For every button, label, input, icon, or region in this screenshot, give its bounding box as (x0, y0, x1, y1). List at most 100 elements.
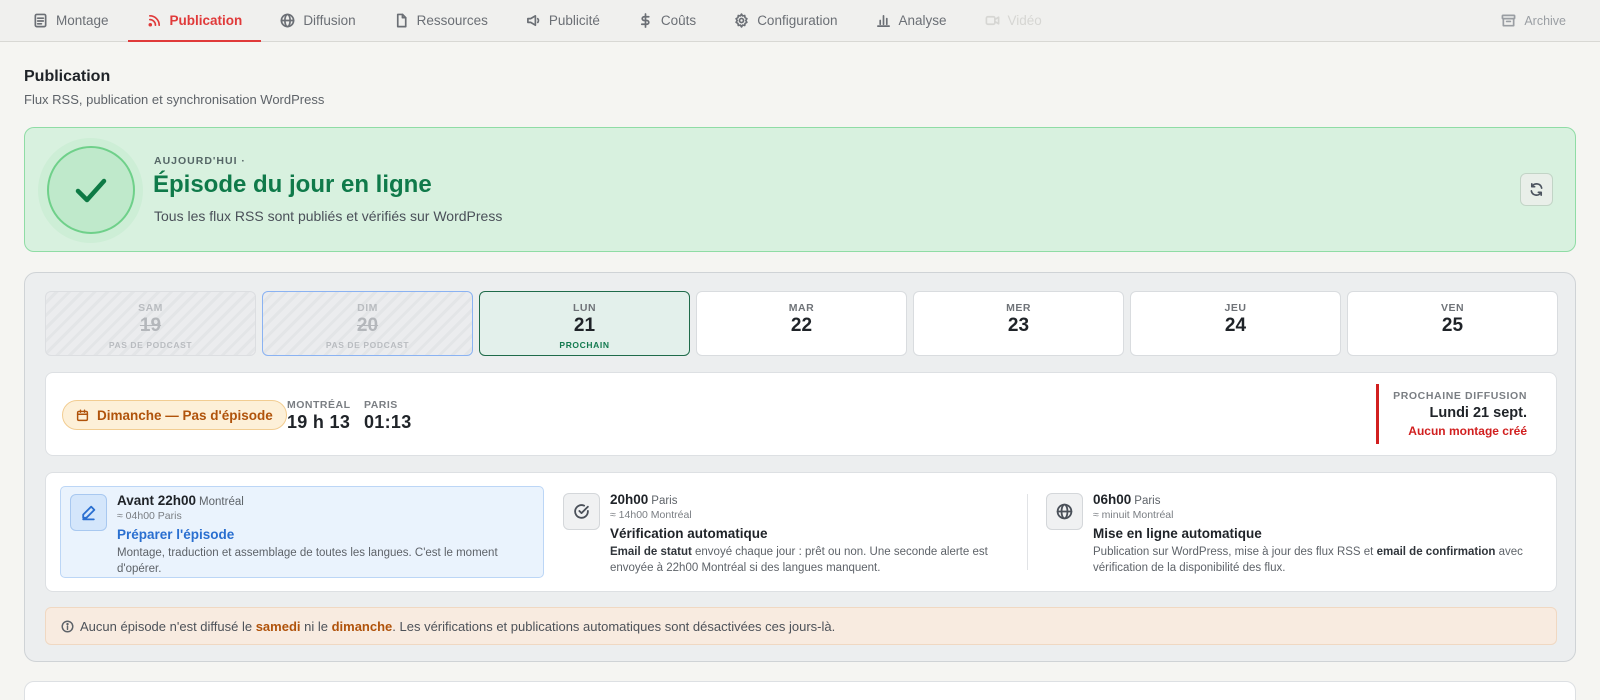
workflow-steps: Avant 22h00 Montréal ≈ 04h00 Paris Prépar… (45, 472, 1557, 592)
weekend-notice: Aucun épisode n'est diffusé le samedi ni… (45, 607, 1557, 645)
globe-icon (1056, 503, 1073, 520)
current-status-card: Dimanche — Pas d'épisode MONTRÉAL 19 h 1… (45, 372, 1557, 456)
clock-time: 19 h 13 (287, 412, 351, 432)
day-name: SAM (138, 302, 163, 314)
tab-montage[interactable]: Montage (0, 0, 128, 41)
step-time: 20h00 Paris (610, 492, 1008, 507)
day-number: 25 (1441, 315, 1464, 336)
day-name: MAR (788, 302, 815, 314)
info-icon (61, 619, 74, 633)
gear-icon (735, 13, 748, 28)
step-time-value: 06h00 (1093, 492, 1132, 507)
tab-analyse[interactable]: Analyse (857, 0, 966, 41)
day-card-ven[interactable]: VEN 25 (1347, 291, 1558, 356)
day-number: 19 (139, 315, 162, 336)
step-prepare[interactable]: Avant 22h00 Montréal ≈ 04h00 Paris Prépar… (60, 486, 544, 578)
day-card-jeu[interactable]: JEU 24 (1130, 291, 1341, 356)
next-broadcast-label: PROCHAINE DIFFUSION (1393, 390, 1527, 402)
step-time: 06h00 Paris (1093, 492, 1527, 507)
day-note: PAS DE PODCAST (325, 340, 410, 350)
day-name: DIM (357, 302, 378, 314)
top-nav: Montage Publication Diffusion Ressources… (0, 0, 1600, 42)
tab-diffusion[interactable]: Diffusion (261, 0, 374, 41)
day-strip: SAM 19 PAS DE PODCAST DIM 20 PAS DE PODC… (45, 291, 1558, 356)
step-title[interactable]: Préparer l'épisode (117, 527, 533, 542)
no-episode-label: Dimanche — Pas d'épisode (97, 407, 273, 423)
megaphone-icon (526, 14, 540, 27)
status-headline: Épisode du jour en ligne (153, 171, 432, 198)
next-broadcast: PROCHAINE DIFFUSION Lundi 21 sept. Aucun… (1376, 384, 1527, 444)
next-broadcast-date: Lundi 21 sept. (1429, 405, 1528, 421)
step-description: Montage, traduction et assemblage de tou… (117, 547, 498, 575)
clock-label: MONTRÉAL (287, 399, 351, 411)
step-title: Vérification automatique (610, 526, 768, 541)
no-episode-badge: Dimanche — Pas d'épisode (62, 400, 287, 430)
tab-configuration[interactable]: Configuration (715, 0, 856, 41)
document-icon (34, 13, 47, 28)
day-name: VEN (1440, 302, 1465, 314)
notice-sunday: dimanche (331, 618, 393, 634)
tab-publication[interactable]: Publication (127, 0, 262, 42)
status-kicker: AUJOURD'HUI · (154, 155, 246, 167)
dollar-icon (640, 13, 650, 28)
step-city: Montréal (199, 496, 244, 508)
check-circle-icon (574, 504, 589, 519)
paris-clock: PARIS 01:13 (364, 399, 412, 433)
archive-icon (1501, 14, 1516, 27)
tab-label: Montage (56, 13, 109, 28)
tab-label: Publicité (548, 13, 600, 28)
day-note: PROCHAIN (559, 340, 610, 350)
day-card-lun[interactable]: LUN 21 PROCHAIN (479, 291, 690, 356)
tab-label: Configuration (757, 13, 838, 28)
step-divider (1027, 494, 1028, 570)
tab-label: Publication (169, 13, 243, 28)
rss-icon (148, 14, 160, 27)
step-city: Paris (1134, 495, 1161, 507)
archive-label: Archive (1524, 13, 1566, 28)
tab-video: Vidéo (966, 0, 1061, 41)
bar-chart-icon (876, 14, 890, 27)
tab-publicite[interactable]: Publicité (507, 0, 619, 41)
step-approx: ≈ 04h00 Paris (117, 510, 182, 522)
step-icon-box (70, 494, 107, 531)
day-number: 22 (790, 315, 813, 336)
day-name: MER (1006, 302, 1031, 314)
page-title: Publication (24, 68, 111, 85)
status-banner: AUJOURD'HUI · Épisode du jour en ligne T… (24, 127, 1576, 252)
step-icon-box (563, 493, 600, 530)
success-badge (47, 146, 135, 234)
step-desc-pre: Publication sur WordPress, mise à jour d… (1093, 546, 1377, 558)
step-desc-bold: email de confirmation (1376, 546, 1496, 558)
day-card-dim[interactable]: DIM 20 PAS DE PODCAST (262, 291, 473, 356)
step-title: Mise en ligne automatique (1093, 526, 1262, 541)
day-card-sam[interactable]: SAM 19 PAS DE PODCAST (45, 291, 256, 356)
day-number: 23 (1007, 315, 1030, 336)
tab-couts[interactable]: Coûts (619, 0, 715, 41)
archive-button[interactable]: Archive (1482, 0, 1600, 41)
day-card-mar[interactable]: MAR 22 (696, 291, 907, 356)
next-broadcast-warning: Aucun montage créé (1408, 424, 1527, 438)
step-city: Paris (651, 495, 678, 507)
schedule-panel: SAM 19 PAS DE PODCAST DIM 20 PAS DE PODC… (24, 272, 1576, 662)
day-number: 21 (573, 315, 596, 336)
step-icon-box (1046, 493, 1083, 530)
tab-ressources[interactable]: Ressources (375, 0, 507, 41)
notice-text: Aucun épisode n'est diffusé le samedi ni… (80, 619, 835, 634)
notice-post: . Les vérifications et publications auto… (392, 618, 836, 634)
day-name: LUN (572, 302, 597, 314)
tab-label: Analyse (898, 13, 947, 28)
refresh-button[interactable] (1520, 173, 1553, 206)
step-verification: 20h00 Paris ≈ 14h00 Montréal Vérification… (554, 486, 1018, 578)
day-card-mer[interactable]: MER 23 (913, 291, 1124, 356)
tab-label: Vidéo (1007, 13, 1042, 28)
tab-label: Coûts (660, 13, 697, 28)
step-time: Avant 22h00 Montréal (117, 493, 533, 508)
step-time-value: Avant 22h00 (117, 493, 197, 508)
step-text: 06h00 Paris ≈ minuit Montréal Mise en lig… (1093, 492, 1527, 576)
step-desc-bold: Email de statut (610, 546, 692, 558)
step-description: Publication sur WordPress, mise à jour d… (1093, 544, 1527, 576)
step-publish: 06h00 Paris ≈ minuit Montréal Mise en lig… (1037, 486, 1537, 578)
refresh-icon (1530, 183, 1543, 196)
video-icon (985, 15, 999, 26)
clock-label: PARIS (364, 399, 398, 411)
